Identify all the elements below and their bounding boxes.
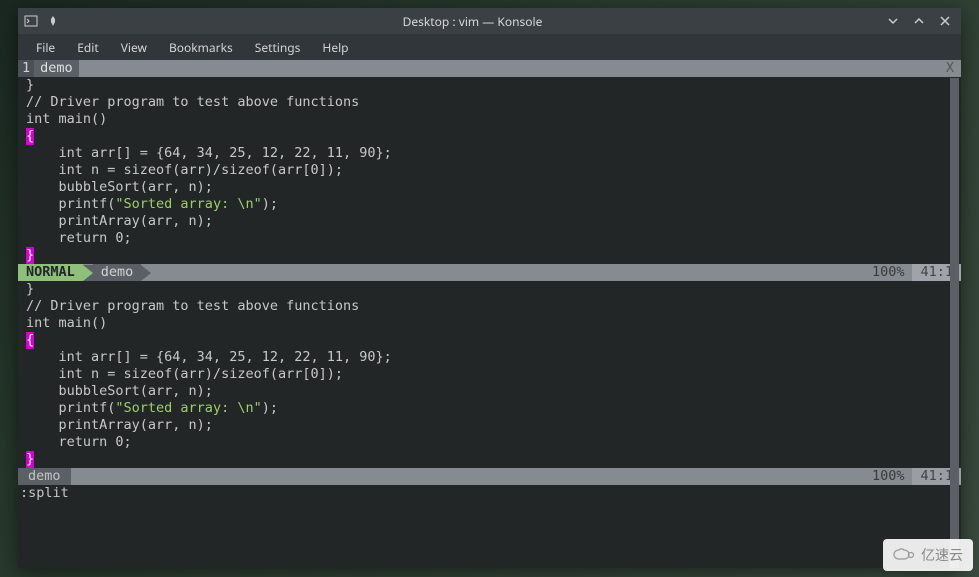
code-line: int n = sizeof(arr)/sizeof(arr[0]); (18, 162, 961, 179)
konsole-window: Desktop : vim — Konsole File Edit View B… (18, 8, 961, 568)
vim-pane-top[interactable]: } // Driver program to test above functi… (18, 77, 961, 264)
status-percent: 100% (864, 468, 913, 485)
matchparen-close: } (26, 451, 34, 468)
matchparen-open: { (26, 128, 34, 145)
scrollbar-thumb[interactable] (950, 78, 959, 568)
menubar: File Edit View Bookmarks Settings Help (18, 34, 961, 60)
matchparen-open: { (26, 332, 34, 349)
vim-statusline-active: NORMAL demo 100% 41:1 (18, 264, 961, 281)
menu-view[interactable]: View (111, 36, 157, 59)
code-line: printf("Sorted array: \n"); (18, 400, 961, 417)
scrollbar[interactable] (950, 78, 959, 568)
matchparen-close: } (26, 247, 34, 264)
vim-commandline[interactable]: :split (18, 485, 961, 502)
code-line: } (18, 247, 961, 264)
code-line: return 0; (18, 434, 961, 451)
status-filename: demo (93, 264, 142, 281)
window-title: Desktop : vim — Konsole (60, 13, 885, 30)
code-line: return 0; (18, 230, 961, 247)
code-line: { (18, 128, 961, 145)
code-line: // Driver program to test above function… (18, 298, 961, 315)
code-line: { (18, 332, 961, 349)
code-line: printArray(arr, n); (18, 213, 961, 230)
tab-close[interactable]: X (939, 60, 961, 77)
menu-file[interactable]: File (26, 36, 65, 59)
code-line: printf("Sorted array: \n"); (18, 196, 961, 213)
minimize-button[interactable] (885, 13, 901, 29)
code-line: } (18, 281, 961, 298)
code-line: int arr[] = {64, 34, 25, 12, 22, 11, 90}… (18, 349, 961, 366)
vim-pane-bottom[interactable]: } // Driver program to test above functi… (18, 281, 961, 468)
tab-name[interactable]: demo (34, 60, 79, 77)
code-line: int main() (18, 111, 961, 128)
vim-mode: NORMAL (18, 264, 83, 281)
code-line: int n = sizeof(arr)/sizeof(arr[0]); (18, 366, 961, 383)
menu-settings[interactable]: Settings (245, 36, 311, 59)
code-line: } (18, 77, 961, 94)
terminal-icon (24, 14, 38, 28)
close-button[interactable] (937, 13, 953, 29)
pin-icon[interactable] (46, 14, 60, 28)
tab-fill (79, 60, 939, 77)
status-filename: demo (18, 468, 71, 485)
menu-edit[interactable]: Edit (67, 36, 108, 59)
code-line: int main() (18, 315, 961, 332)
maximize-button[interactable] (911, 13, 927, 29)
titlebar[interactable]: Desktop : vim — Konsole (18, 8, 961, 34)
code-line: // Driver program to test above function… (18, 94, 961, 111)
tab-number[interactable]: 1 (18, 60, 34, 77)
watermark: 亿速云 (883, 539, 973, 571)
terminal-area[interactable]: 1 demo X } // Driver program to test abo… (18, 60, 961, 568)
vim-tabline: 1 demo X (18, 60, 961, 77)
watermark-text: 亿速云 (921, 545, 963, 565)
code-line: } (18, 451, 961, 468)
vim-statusline-inactive: demo 100% 41:1 (18, 468, 961, 485)
code-line: printArray(arr, n); (18, 417, 961, 434)
status-percent: 100% (864, 264, 913, 281)
code-line: bubbleSort(arr, n); (18, 179, 961, 196)
code-line: bubbleSort(arr, n); (18, 383, 961, 400)
menu-help[interactable]: Help (312, 36, 358, 59)
menu-bookmarks[interactable]: Bookmarks (159, 36, 243, 59)
code-line: int arr[] = {64, 34, 25, 12, 22, 11, 90}… (18, 145, 961, 162)
